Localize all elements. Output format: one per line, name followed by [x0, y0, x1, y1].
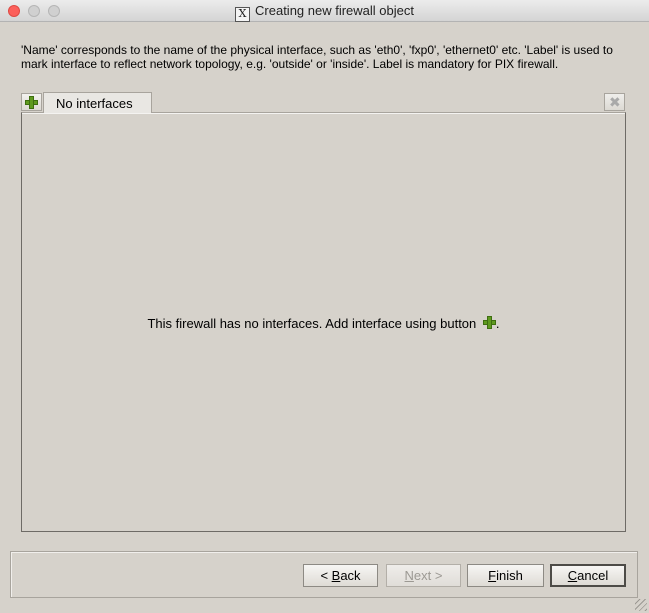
interfaces-pane: This firewall has no interfaces. Add int… — [21, 112, 626, 532]
finish-button-mnemonic: F — [488, 568, 497, 583]
back-button-label: ack — [340, 568, 361, 583]
close-icon: ✖ — [609, 94, 621, 110]
finish-button-label: inish — [496, 568, 523, 583]
add-interface-button[interactable] — [21, 93, 42, 111]
empty-state-text: This firewall has no interfaces. Add int… — [147, 316, 477, 331]
cancel-button-label: ancel — [577, 568, 609, 583]
plus-icon — [25, 96, 38, 109]
cancel-button-mnemonic: C — [567, 568, 578, 583]
delete-interface-button[interactable]: ✖ — [604, 93, 625, 111]
cancel-button[interactable]: Cancel — [550, 564, 626, 587]
next-button-mnemonic: N — [404, 568, 414, 583]
next-button-label: ext > — [413, 568, 443, 583]
resize-grip[interactable] — [635, 599, 647, 611]
back-button-prefix: < — [320, 568, 332, 583]
window-title-text: Creating new firewall object — [255, 3, 414, 18]
instructions-text: 'Name' corresponds to the name of the ph… — [21, 43, 613, 71]
window-title: X Creating new firewall object — [0, 3, 649, 22]
empty-state-suffix: . — [495, 316, 500, 331]
next-button[interactable]: Next > — [386, 564, 461, 587]
title-bar: X Creating new firewall object — [0, 0, 649, 22]
x11-icon: X — [235, 7, 251, 22]
tab-label: No interfaces — [56, 96, 133, 111]
finish-button[interactable]: Finish — [467, 564, 544, 587]
plus-icon — [482, 316, 496, 329]
back-button[interactable]: < Back — [303, 564, 378, 587]
tab-no-interfaces[interactable]: No interfaces — [43, 92, 152, 113]
empty-state-message: This firewall has no interfaces. Add int… — [22, 316, 625, 331]
